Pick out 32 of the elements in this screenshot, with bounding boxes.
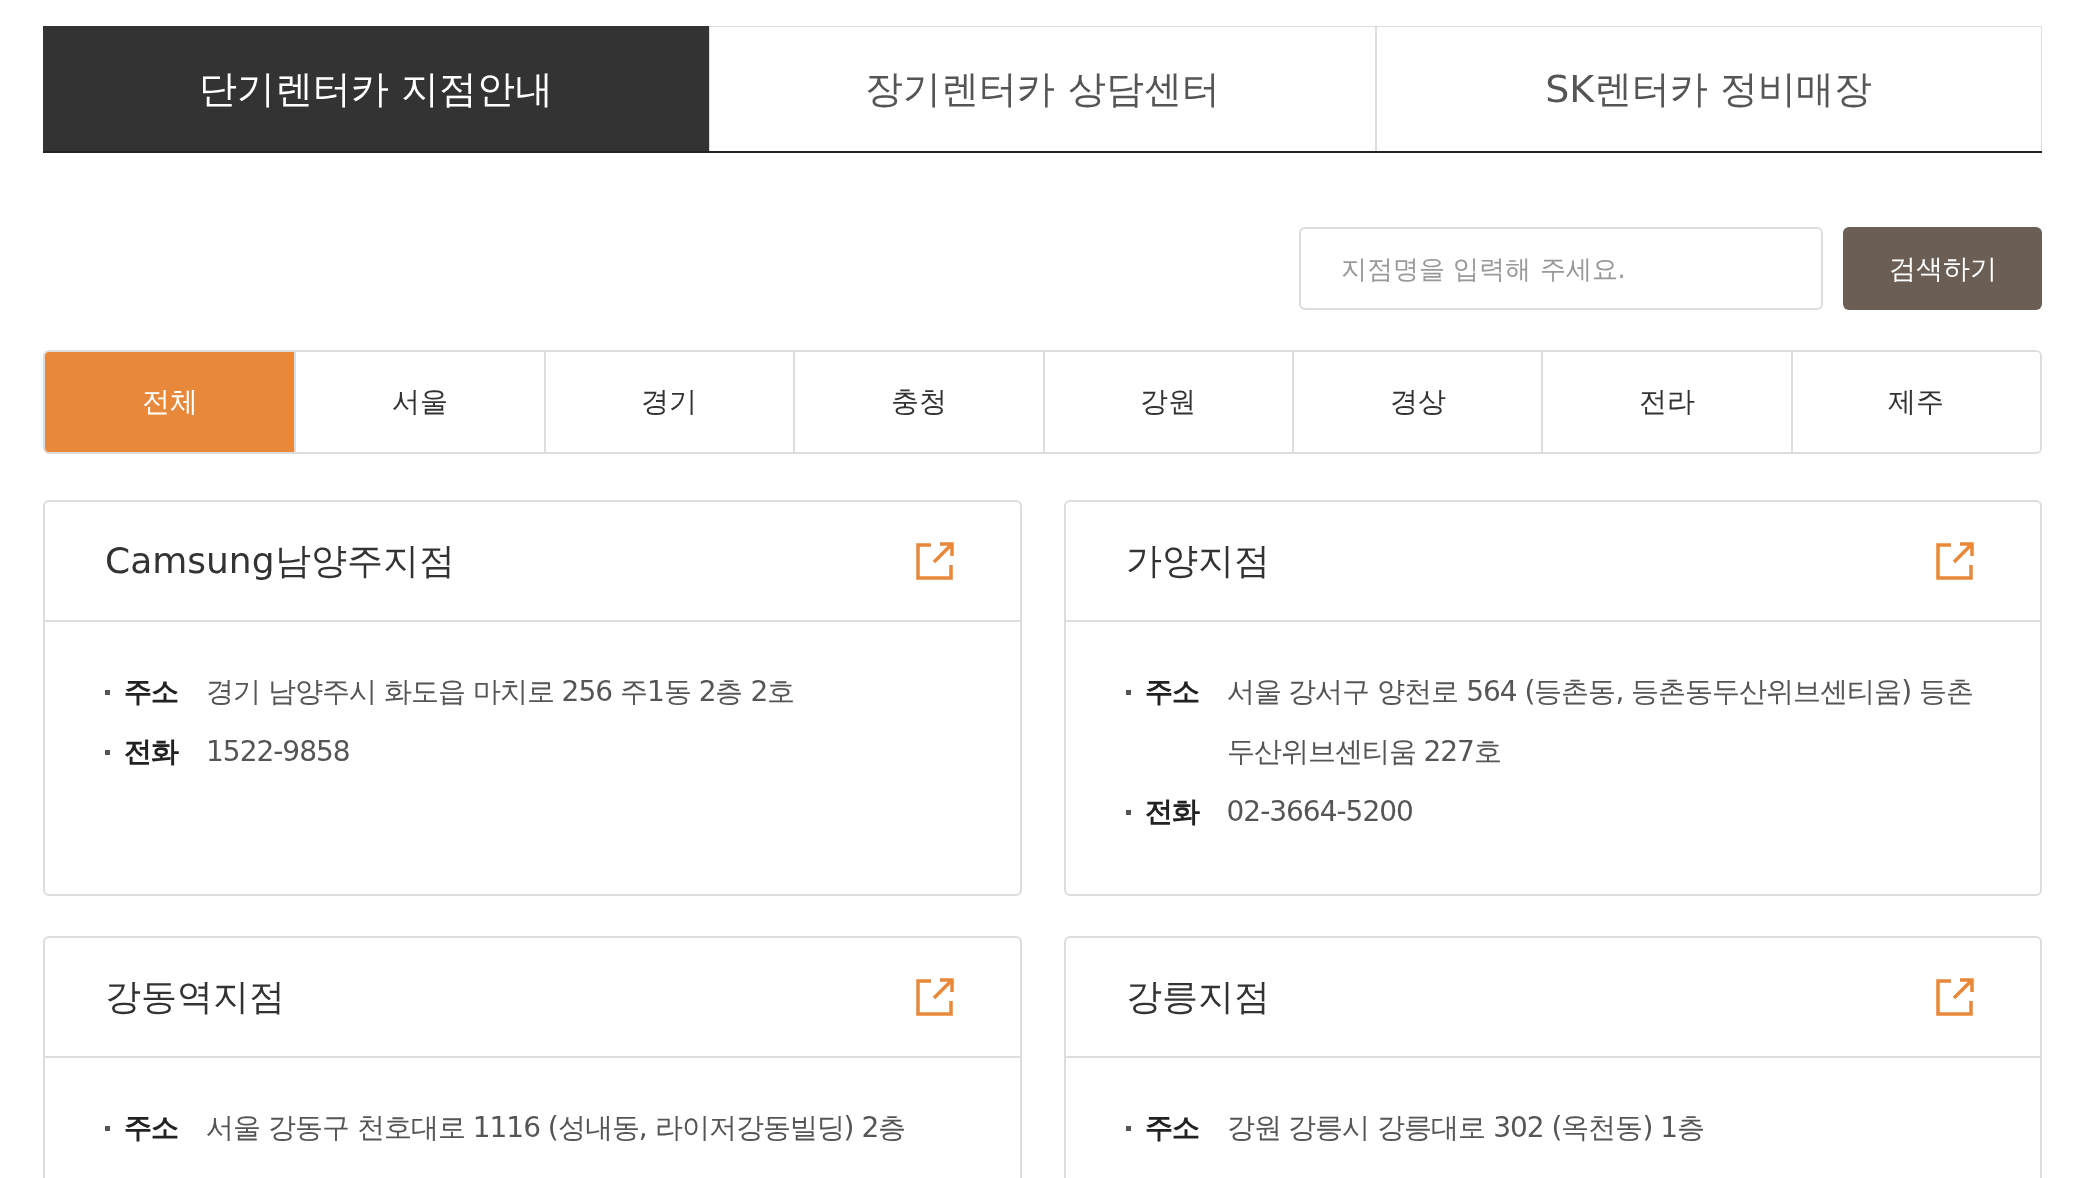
external-link-icon[interactable]: [913, 976, 956, 1018]
field-label: 주소: [124, 674, 179, 710]
page-tab[interactable]: 장기렌터카 상담센터: [709, 26, 1376, 151]
field-value: 서울 강서구 양천로 564 (등촌동, 등촌동두산위브센티움) 등촌 두산위브센티움 227호: [1226, 674, 1975, 770]
bullet-icon: [1125, 810, 1131, 815]
page-tab[interactable]: 단기렌터카 지점안내: [43, 26, 710, 151]
search-button[interactable]: 검색하기: [1843, 227, 2042, 310]
field-label: 전화: [124, 734, 180, 770]
branch-name: Camsung남양주지점: [105, 538, 455, 583]
field-label: 주소: [124, 1110, 179, 1146]
external-link-icon[interactable]: [913, 540, 956, 582]
external-link-icon[interactable]: [1934, 976, 1976, 1018]
bullet-icon: [1125, 690, 1131, 695]
field-label: 주소: [1144, 674, 1200, 710]
field-value: 1522-9858: [206, 734, 350, 770]
bullet-icon: [105, 690, 110, 695]
field-value: 02-3664-5200: [1226, 794, 1413, 830]
region-tab[interactable]: 제주: [1790, 352, 2040, 452]
bullet-icon: [1125, 1126, 1131, 1131]
branch-name: 강릉지점: [1125, 974, 1270, 1019]
field-value: 강원 강릉시 강릉대로 302 (옥천동) 1층: [1226, 1110, 1705, 1146]
field-label: 전화: [1144, 794, 1200, 830]
search-field[interactable]: 지점명을 입력해 주세요.: [1299, 227, 1823, 310]
field-value: 경기 남양주시 화도읍 마치로 256 주1동 2층 2호: [206, 674, 795, 710]
field-value: 서울 강동구 천호대로 1116 (성내동, 라이저강동빌딩) 2층: [206, 1110, 906, 1146]
bullet-icon: [105, 750, 110, 755]
external-link-icon[interactable]: [1934, 540, 1976, 582]
page-tab[interactable]: SK렌터카 정비매장: [1375, 26, 2042, 151]
branch-name: 강동역지점: [105, 974, 285, 1019]
field-label: 주소: [1144, 1110, 1200, 1146]
bullet-icon: [105, 1126, 110, 1131]
branch-name: 가양지점: [1125, 538, 1270, 583]
